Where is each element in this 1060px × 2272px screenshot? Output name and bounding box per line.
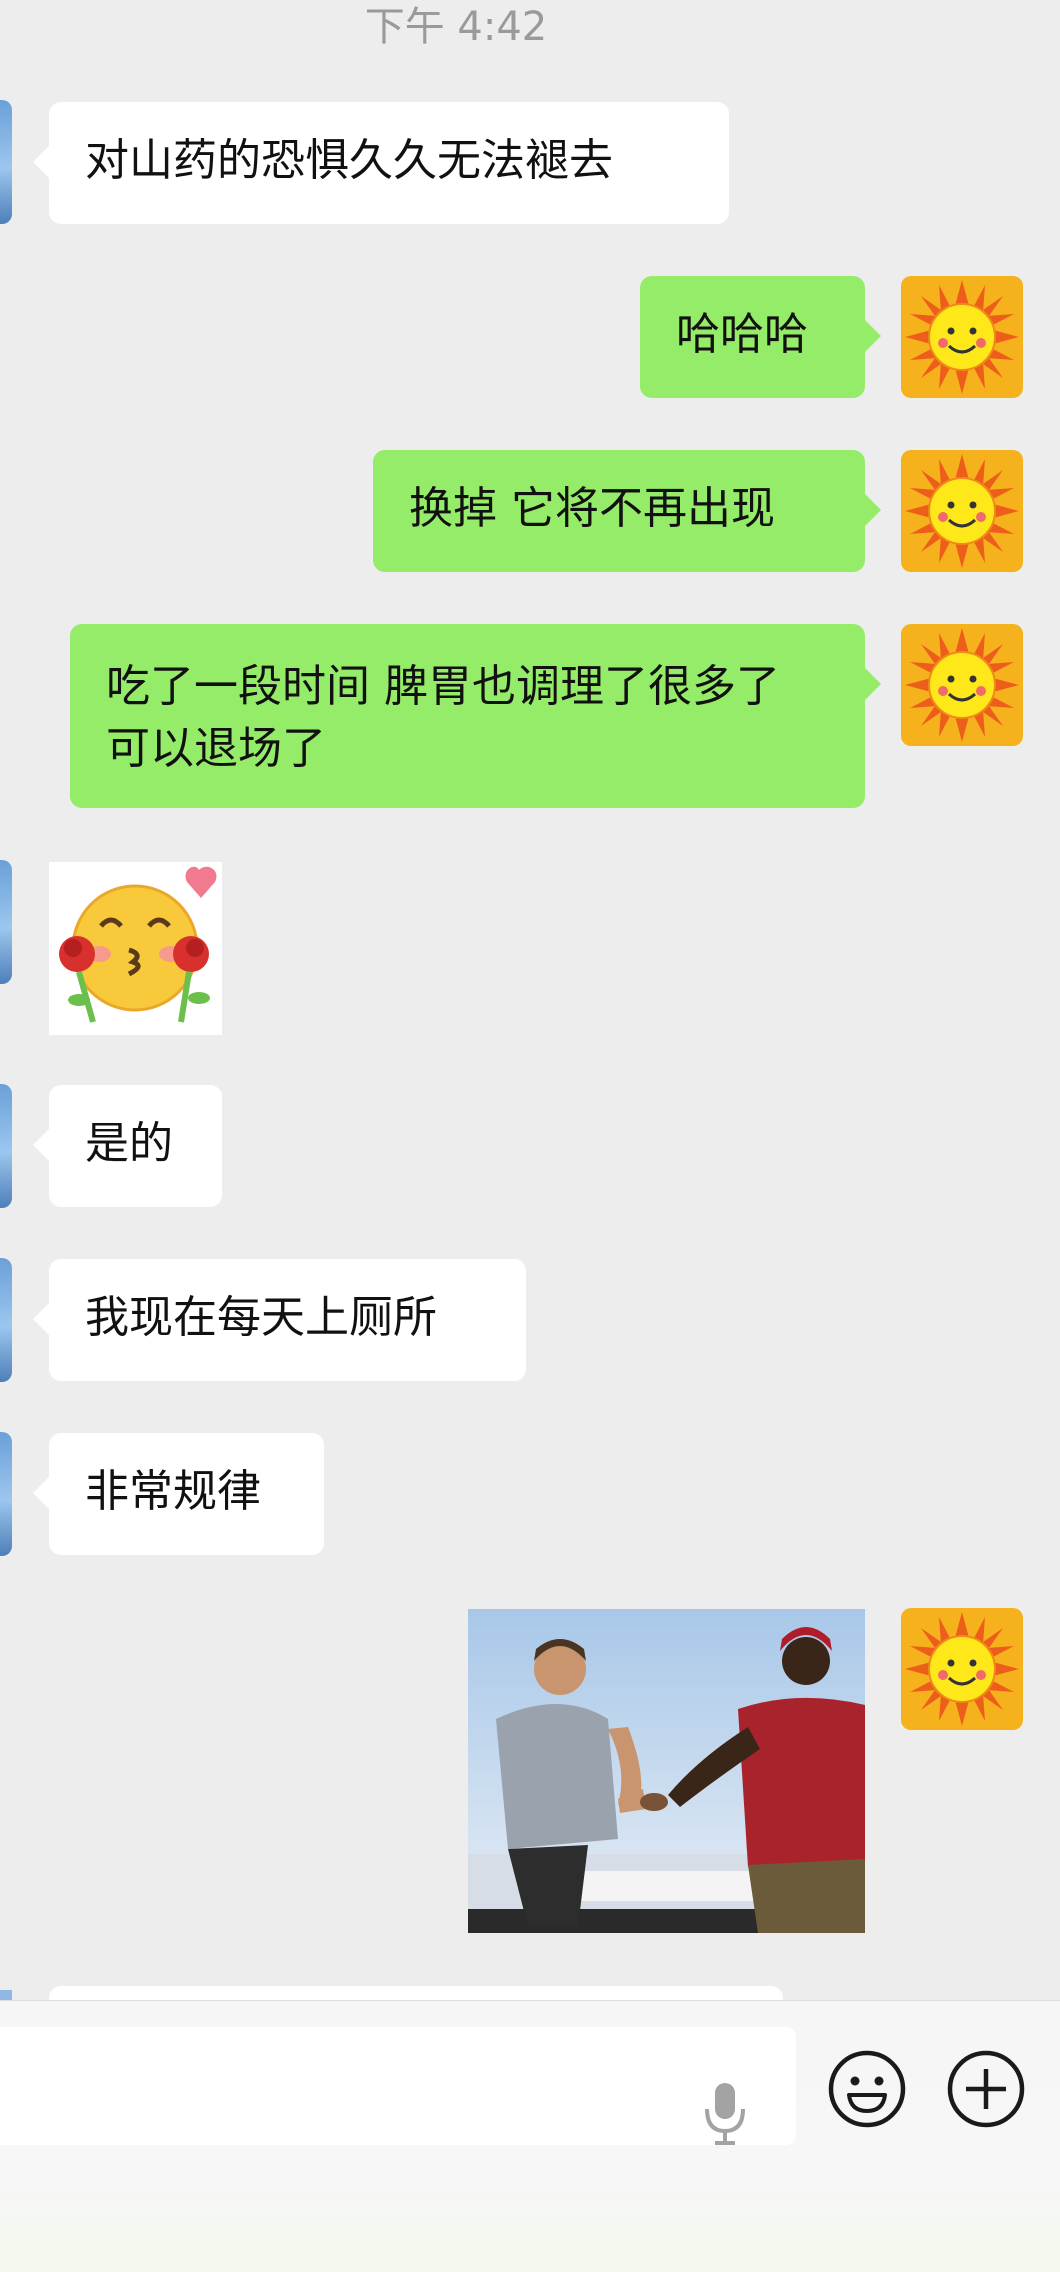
incoming-message[interactable]: 对山药的恐惧久久无法褪去 (33, 102, 729, 224)
incoming-message[interactable]: 我现在每天上厕所 (33, 1259, 526, 1381)
handshake-photo[interactable] (468, 1609, 865, 1933)
contact-avatar[interactable] (0, 1084, 12, 1208)
message-text: 对山药的恐惧久久无法褪去 (85, 135, 613, 186)
message-text: 哈哈哈 (676, 309, 808, 360)
microphone-icon[interactable] (700, 2079, 750, 2149)
plus-icon[interactable] (946, 2049, 1026, 2129)
message-text: 是的 (85, 1118, 173, 1169)
input-bar (0, 2000, 1060, 2272)
outgoing-message[interactable]: 吃了一段时间 脾胃也调理了很多了 可以退场了 (70, 624, 881, 808)
outgoing-message[interactable]: 哈哈哈 (640, 276, 881, 398)
sun-avatar-icon[interactable] (901, 624, 1023, 746)
contact-avatar[interactable] (0, 100, 12, 224)
message-text: 吃了一段时间 脾胃也调理了很多了 可以退场了 (106, 661, 780, 774)
message-text: 非常规律 (85, 1466, 261, 1517)
message-input[interactable] (0, 2027, 796, 2145)
sun-avatar-icon[interactable] (901, 276, 1023, 398)
message-text: 换掉 它将不再出现 (409, 483, 775, 534)
contact-avatar[interactable] (0, 860, 12, 984)
emoji-icon[interactable] (827, 2049, 907, 2129)
message-text: 我现在每天上厕所 (85, 1292, 437, 1343)
incoming-message[interactable]: 是的 (33, 1085, 222, 1207)
contact-avatar[interactable] (0, 1258, 12, 1382)
outgoing-message[interactable]: 换掉 它将不再出现 (373, 450, 881, 572)
sun-avatar-icon[interactable] (901, 1608, 1023, 1730)
incoming-message[interactable]: 非常规律 (33, 1433, 324, 1555)
sun-avatar-icon[interactable] (901, 450, 1023, 572)
contact-avatar[interactable] (0, 1432, 12, 1556)
blushing-face-sticker[interactable] (49, 862, 222, 1035)
message-timestamp: 下午 4:42 (364, 4, 548, 50)
